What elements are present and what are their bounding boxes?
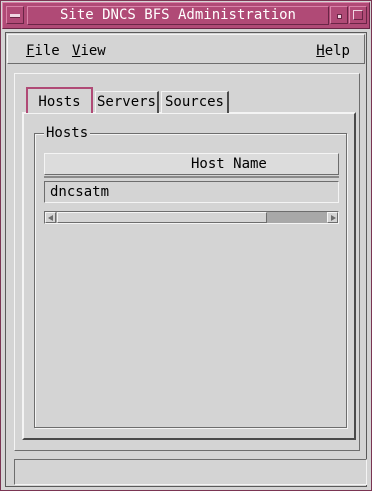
table-row[interactable]: dncsatm — [44, 181, 339, 203]
app-window: Site DNCS BFS Administration File View H… — [0, 0, 372, 491]
menu-file[interactable]: File — [26, 43, 60, 59]
hosts-group-label: Hosts — [44, 125, 91, 141]
tab-hosts[interactable]: Hosts — [26, 87, 93, 113]
status-bar — [14, 459, 367, 485]
host-name-column-header[interactable]: Host Name — [44, 153, 339, 175]
scrollbar-thumb[interactable] — [57, 212, 267, 223]
host-name-header-label: Host Name — [191, 156, 267, 172]
tab-servers[interactable]: Servers — [95, 91, 159, 113]
arrow-right-icon[interactable] — [327, 212, 338, 223]
maximize-icon[interactable] — [349, 6, 367, 24]
window-title: Site DNCS BFS Administration — [27, 6, 329, 25]
menu-bar: File View Help — [7, 34, 365, 64]
window-menu-icon[interactable] — [6, 6, 24, 24]
menu-view[interactable]: View — [72, 43, 106, 59]
title-bar[interactable]: Site DNCS BFS Administration — [2, 2, 370, 29]
horizontal-scrollbar[interactable] — [44, 211, 339, 224]
arrow-left-icon[interactable] — [45, 212, 56, 223]
header-separator — [44, 176, 339, 178]
menu-help[interactable]: Help — [316, 43, 350, 59]
minimize-icon[interactable] — [330, 6, 348, 24]
tab-sources[interactable]: Sources — [161, 91, 229, 113]
